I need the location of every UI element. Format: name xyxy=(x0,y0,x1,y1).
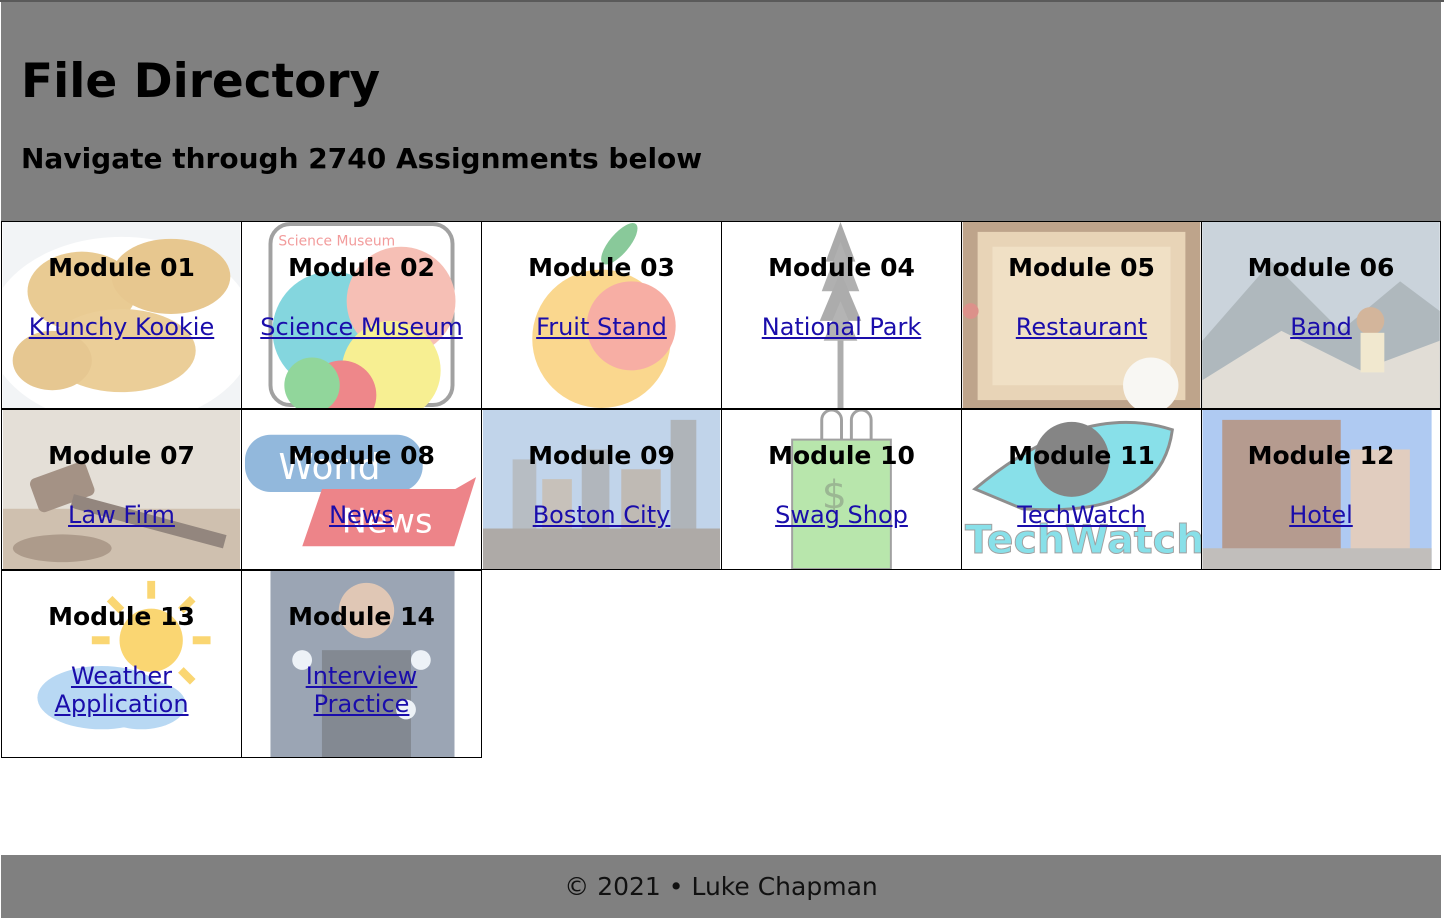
page-title: File Directory xyxy=(21,54,381,109)
module-card-02: Science Museum Module 02 Science Museum xyxy=(241,221,482,409)
module-heading: Module 05 xyxy=(1008,253,1155,282)
module-link-restaurant[interactable]: Restaurant xyxy=(974,313,1189,341)
hotel-building-image xyxy=(1202,410,1432,569)
module-card-07: Module 07 Law Firm xyxy=(1,409,242,570)
module-card-05: Module 05 Restaurant xyxy=(961,221,1202,409)
module-card-04: Module 04 National Park xyxy=(721,221,962,409)
module-card-13: Module 13 Weather Application xyxy=(1,570,242,758)
module-card-11: TechWatch Module 11 TechWatch xyxy=(961,409,1202,570)
module-link-fruit-stand[interactable]: Fruit Stand xyxy=(494,313,709,341)
module-link-weather-application[interactable]: Weather Application xyxy=(14,662,229,718)
module-heading: Module 01 xyxy=(48,253,195,282)
module-link-news[interactable]: News xyxy=(254,501,469,529)
module-card-08: World News Module 08 News xyxy=(241,409,482,570)
module-heading: Module 09 xyxy=(528,441,675,470)
module-heading: Module 02 xyxy=(288,253,435,282)
module-link-band[interactable]: Band xyxy=(1214,313,1428,341)
module-link-science-museum[interactable]: Science Museum xyxy=(254,313,469,341)
module-link-krunchy-kookie[interactable]: Krunchy Kookie xyxy=(14,313,229,341)
module-card-10: $ Module 10 Swag Shop xyxy=(721,409,962,570)
page-subtitle: Navigate through 2740 Assignments below xyxy=(21,142,703,175)
module-heading: Module 08 xyxy=(288,441,435,470)
module-heading: Module 10 xyxy=(768,441,915,470)
module-link-law-firm[interactable]: Law Firm xyxy=(14,501,229,529)
module-link-swag-shop[interactable]: Swag Shop xyxy=(734,501,949,529)
gavel-image xyxy=(2,410,241,569)
module-heading: Module 07 xyxy=(48,441,195,470)
module-heading: Module 03 xyxy=(528,253,675,282)
module-heading: Module 13 xyxy=(48,602,195,631)
svg-text:Science Museum: Science Museum xyxy=(278,234,395,250)
module-heading: Module 06 xyxy=(1247,253,1395,282)
footer-copyright: © 2021 • Luke Chapman xyxy=(564,871,878,901)
module-card-14: Module 14 Interview Practice xyxy=(241,570,482,758)
module-link-hotel[interactable]: Hotel xyxy=(1214,501,1428,529)
page-header: File Directory Navigate through 2740 Ass… xyxy=(1,2,1441,221)
module-link-techwatch[interactable]: TechWatch xyxy=(974,501,1189,529)
module-link-interview-practice[interactable]: Interview Practice xyxy=(254,662,469,718)
module-card-03: Module 03 Fruit Stand xyxy=(481,221,722,409)
page-footer: © 2021 • Luke Chapman xyxy=(1,855,1441,918)
module-link-national-park[interactable]: National Park xyxy=(734,313,949,341)
shopping-bag-image: $ xyxy=(791,410,892,569)
module-heading: Module 04 xyxy=(768,253,915,282)
module-card-01: Module 01 Krunchy Kookie xyxy=(1,221,242,409)
module-heading: Module 11 xyxy=(1008,441,1155,470)
module-card-12: Module 12 Hotel xyxy=(1201,409,1441,570)
boston-skyline-image xyxy=(482,410,721,569)
module-card-06: Module 06 Band xyxy=(1201,221,1441,409)
module-heading: Module 12 xyxy=(1247,441,1395,470)
module-heading: Module 14 xyxy=(288,602,435,631)
module-card-09: Module 09 Boston City xyxy=(481,409,722,570)
techwatch-eye-logo: TechWatch xyxy=(964,420,1201,564)
world-news-logo: World News xyxy=(244,434,477,547)
module-link-boston-city[interactable]: Boston City xyxy=(494,501,709,529)
